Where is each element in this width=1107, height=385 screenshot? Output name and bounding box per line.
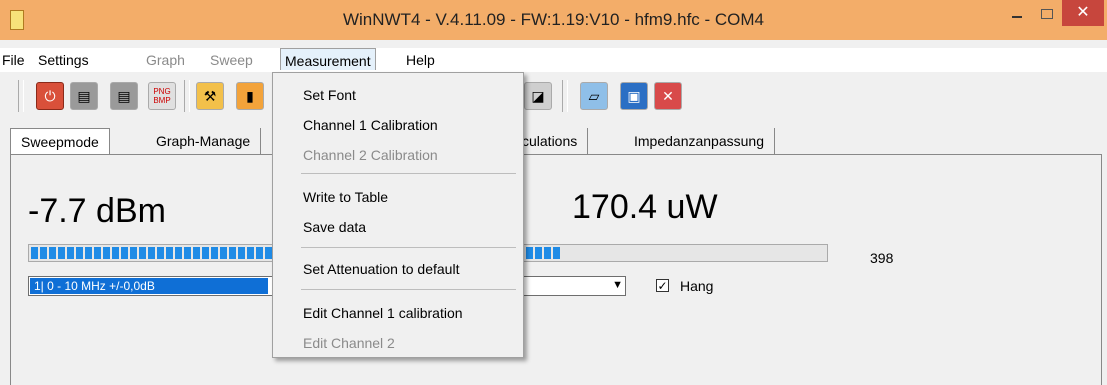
- menu-separator: [301, 173, 516, 174]
- sweep-icon[interactable]: ◪: [524, 82, 552, 110]
- level-segment: [247, 247, 254, 259]
- level-segment: [526, 247, 533, 259]
- menu-item-set-font[interactable]: Set Font: [303, 87, 356, 103]
- close-button[interactable]: ✕: [1062, 0, 1104, 26]
- tab-bar: Sweepmode Graph-Manage culations Impedan…: [10, 128, 1107, 154]
- menu-item-edit-channel-2[interactable]: Edit Channel 2: [303, 335, 395, 351]
- menu-file[interactable]: File: [2, 52, 25, 68]
- toolbar-separator: [18, 80, 24, 112]
- menu-sweep[interactable]: Sweep: [210, 52, 253, 68]
- menu-item-channel-1-calibration[interactable]: Channel 1 Calibration: [303, 117, 438, 133]
- toolbar: ⏻ ▤ ▤ PNG BMP ⚒ ▮ ◪ ▱ ▣ ✕: [0, 74, 1107, 118]
- hang-label: Hang: [680, 278, 714, 294]
- level-segment: [157, 247, 164, 259]
- level-segment: [94, 247, 101, 259]
- level-segment: [121, 247, 128, 259]
- power-readout: 170.4 uW: [572, 188, 718, 226]
- menu-separator: [301, 289, 516, 290]
- level-segment: [148, 247, 155, 259]
- hang-checkbox[interactable]: ✓: [656, 279, 669, 292]
- printer-icon[interactable]: ▤: [70, 82, 98, 110]
- level-segment: [238, 247, 245, 259]
- level-segment: [265, 247, 272, 259]
- title-bar: WinNWT4 - V.4.11.09 - FW:1.19:V10 - hfm9…: [0, 0, 1107, 40]
- stop-icon[interactable]: ✕: [654, 82, 682, 110]
- menu-graph[interactable]: Graph: [146, 52, 185, 68]
- level-segment: [220, 247, 227, 259]
- open-folder-icon[interactable]: ▱: [580, 82, 608, 110]
- toolbar-separator: [562, 80, 568, 112]
- menu-settings[interactable]: Settings: [38, 52, 89, 68]
- level-segment: [112, 247, 119, 259]
- menu-bar: File Settings Graph Sweep Measurement He…: [0, 48, 1107, 72]
- menu-item-write-to-table[interactable]: Write to Table: [303, 189, 388, 205]
- toolbar-separator: [184, 80, 190, 112]
- calibration-select[interactable]: 1| 0 - 10 MHz +/-0,0dB ▼: [28, 276, 284, 296]
- level-segment: [535, 247, 542, 259]
- level-segment: [76, 247, 83, 259]
- second-select[interactable]: ▼: [520, 276, 626, 296]
- menu-measurement[interactable]: Measurement: [280, 48, 376, 70]
- tab-sweepmode[interactable]: Sweepmode: [10, 128, 110, 154]
- level-segment: [544, 247, 551, 259]
- level-segment: [67, 247, 74, 259]
- level-segment: [229, 247, 236, 259]
- tool-icon[interactable]: ⚒: [196, 82, 224, 110]
- menu-item-channel-2-calibration[interactable]: Channel 2 Calibration: [303, 147, 438, 163]
- menu-item-set-attenuation-default[interactable]: Set Attenuation to default: [303, 261, 459, 277]
- level-segment: [58, 247, 65, 259]
- tab-impedanzanpassung[interactable]: Impedanzanpassung: [624, 128, 775, 154]
- level-segment: [211, 247, 218, 259]
- level-segment: [31, 247, 38, 259]
- dbm-readout: -7.7 dBm: [28, 192, 166, 230]
- save-icon[interactable]: ▣: [620, 82, 648, 110]
- menu-help[interactable]: Help: [406, 52, 435, 68]
- menu-item-edit-channel-1-calibration[interactable]: Edit Channel 1 calibration: [303, 305, 463, 321]
- probe-icon[interactable]: ▮: [236, 82, 264, 110]
- png-bmp-icon[interactable]: PNG BMP: [148, 82, 176, 110]
- minimize-button[interactable]: [1008, 6, 1026, 24]
- power-icon[interactable]: ⏻: [36, 82, 64, 110]
- level-segment: [49, 247, 56, 259]
- level-bar-value: 398: [870, 250, 894, 266]
- checkmark-icon: ✓: [657, 279, 668, 293]
- maximize-button[interactable]: [1037, 6, 1055, 24]
- level-segment: [553, 247, 560, 259]
- chevron-down-icon[interactable]: ▼: [612, 279, 623, 291]
- printer-icon[interactable]: ▤: [110, 82, 138, 110]
- calibration-select-value: 1| 0 - 10 MHz +/-0,0dB: [30, 278, 268, 294]
- level-segment: [130, 247, 137, 259]
- level-segment: [193, 247, 200, 259]
- measurement-menu: Set Font Channel 1 Calibration Channel 2…: [272, 72, 524, 358]
- level-segment: [103, 247, 110, 259]
- level-segment: [139, 247, 146, 259]
- level-segment: [256, 247, 263, 259]
- measurement-panel: [10, 154, 1102, 385]
- menu-item-save-data[interactable]: Save data: [303, 219, 366, 235]
- tab-graph-manager[interactable]: Graph-Manage: [146, 128, 262, 154]
- level-segment: [166, 247, 173, 259]
- window-title: WinNWT4 - V.4.11.09 - FW:1.19:V10 - hfm9…: [342, 10, 765, 29]
- level-segment: [85, 247, 92, 259]
- level-segment: [40, 247, 47, 259]
- level-segment: [202, 247, 209, 259]
- level-segment: [184, 247, 191, 259]
- level-segment: [175, 247, 182, 259]
- menu-separator: [301, 247, 516, 248]
